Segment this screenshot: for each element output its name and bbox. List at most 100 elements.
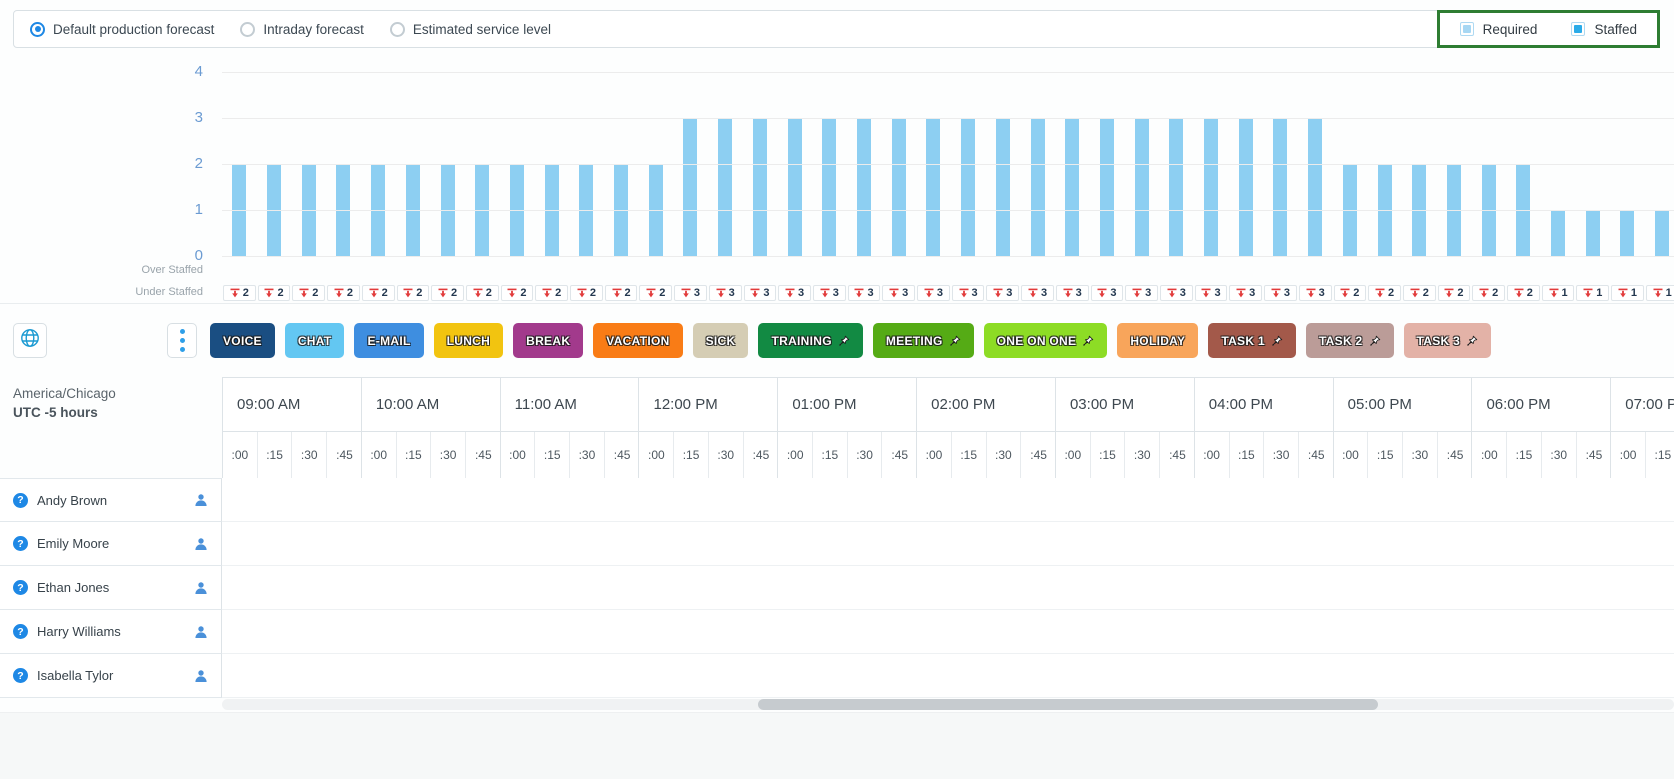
activity-label: TRAINING <box>771 334 831 348</box>
hour-label: 12:00 PM <box>639 378 777 432</box>
forecast-radio-estimated-service-level[interactable]: Estimated service level <box>390 22 551 37</box>
understaffed-cell: 2 <box>430 285 465 302</box>
agent-cell: ?Ethan Jones <box>0 566 222 610</box>
understaffed-icon <box>646 288 656 298</box>
understaffed-marker: 3 <box>1056 285 1089 301</box>
quarter-label: :30 <box>431 432 466 478</box>
activity-button-meeting[interactable]: MEETING <box>873 323 974 358</box>
understaffed-marker: 3 <box>952 285 985 301</box>
activity-button-sick[interactable]: SICK <box>693 323 749 358</box>
understaffed-cell: 3 <box>1298 285 1333 302</box>
understaffed-marker: 2 <box>362 285 395 301</box>
understaffed-count: 3 <box>729 287 735 299</box>
activity-button-task-2[interactable]: TASK 2 <box>1306 323 1394 358</box>
understaffed-marker: 3 <box>1264 285 1297 301</box>
bar-cell <box>985 48 1020 256</box>
activity-button-lunch[interactable]: LUNCH <box>434 323 504 358</box>
understaffed-marker: 2 <box>466 285 499 301</box>
quarter-label: :45 <box>466 432 501 478</box>
agent-schedule-track[interactable] <box>222 522 1674 566</box>
activity-button-task-3[interactable]: TASK 3 <box>1404 323 1492 358</box>
understaffed-icon <box>959 288 969 298</box>
agent-row-andy-brown: ?Andy Brown <box>0 478 1674 522</box>
understaffed-cell: 2 <box>1471 285 1506 302</box>
help-icon[interactable]: ? <box>13 536 28 551</box>
legend-checkbox-staffed[interactable] <box>1571 22 1585 36</box>
understaffed-cell: 2 <box>1437 285 1472 302</box>
bar-cell <box>465 48 500 256</box>
gridline <box>222 256 1674 257</box>
required-bar <box>1065 118 1079 256</box>
understaffed-marker: 2 <box>605 285 638 301</box>
checkbox-fill-icon <box>1574 25 1582 33</box>
understaffed-marker: 3 <box>744 285 777 301</box>
help-icon[interactable]: ? <box>13 624 28 639</box>
forecast-radio-default-production-forecast[interactable]: Default production forecast <box>30 22 214 37</box>
activity-button-holiday[interactable]: HOLIDAY <box>1117 323 1198 358</box>
agent-cell: ? Emily Moore <box>0 522 222 566</box>
required-bar <box>1620 210 1634 256</box>
quarter-label: :00 <box>917 432 952 478</box>
agent-schedule-track[interactable] <box>222 610 1674 654</box>
understaffed-count: 1 <box>1596 287 1602 299</box>
bar-cell <box>361 48 396 256</box>
bar-cell <box>569 48 604 256</box>
understaffed-cell: 2 <box>291 285 326 302</box>
activity-button-training[interactable]: TRAINING <box>758 323 862 358</box>
understaffed-icon <box>299 288 309 298</box>
activity-button-one-on-one[interactable]: ONE ON ONE <box>984 323 1108 358</box>
forecast-radio-intraday-forecast[interactable]: Intraday forecast <box>240 22 364 37</box>
radio-label: Intraday forecast <box>263 22 364 37</box>
help-icon[interactable]: ? <box>13 668 28 683</box>
agent-schedule-track[interactable] <box>222 566 1674 610</box>
agent-row-ethan-jones: ?Ethan Jones <box>0 566 1674 610</box>
understaffed-icon <box>924 288 934 298</box>
quarter-row: :00:15:30:45 <box>362 432 500 478</box>
understaffed-cell: 2 <box>326 285 361 302</box>
understaffed-count: 3 <box>1041 287 1047 299</box>
understaffed-icon <box>854 288 864 298</box>
understaffed-marker: 2 <box>1403 285 1436 301</box>
timezone-globe-button[interactable] <box>13 323 47 358</box>
quarter-label: :45 <box>1299 432 1334 478</box>
hour-column-07-00-pm: 07:00 PM:00:15:30:45 <box>1611 378 1674 478</box>
palette-menu-button[interactable] <box>167 323 197 358</box>
understaffed-count: 2 <box>555 287 561 299</box>
quarter-label: :45 <box>327 432 362 478</box>
hour-label: 07:00 PM <box>1611 378 1674 432</box>
understaffed-icon <box>264 288 274 298</box>
quarter-label: :15 <box>952 432 987 478</box>
help-icon[interactable]: ? <box>13 580 28 595</box>
activity-button-break[interactable]: BREAK <box>513 323 583 358</box>
legend-checkbox-required[interactable] <box>1460 22 1474 36</box>
quarter-label: :00 <box>1195 432 1230 478</box>
understaffed-marker: 3 <box>1229 285 1262 301</box>
quarter-label: :00 <box>639 432 674 478</box>
activity-button-chat[interactable]: CHAT <box>285 323 345 358</box>
understaffed-count: 2 <box>486 287 492 299</box>
bar-cell <box>604 48 639 256</box>
activity-button-e-mail[interactable]: E-MAIL <box>354 323 423 358</box>
horizontal-scrollbar[interactable] <box>222 699 1674 710</box>
quarter-row: :00:15:30:45 <box>1334 432 1472 478</box>
activity-button-vacation[interactable]: VACATION <box>593 323 682 358</box>
agent-name: Emily Moore <box>37 536 185 551</box>
agent-schedule-track[interactable] <box>222 654 1674 698</box>
activity-button-voice[interactable]: VOICE <box>210 323 275 358</box>
understaffed-icon <box>1653 288 1663 298</box>
help-icon[interactable]: ? <box>13 493 28 508</box>
understaffed-marker: 2 <box>639 285 672 301</box>
understaffed-count: 2 <box>1353 287 1359 299</box>
quarter-label: :45 <box>1438 432 1473 478</box>
agent-schedule-track[interactable] <box>222 478 1674 522</box>
person-icon <box>194 537 208 551</box>
understaffed-count: 3 <box>1319 287 1325 299</box>
bar-cell <box>1263 48 1298 256</box>
understaffed-icon <box>369 288 379 298</box>
y-axis-tick: 2 <box>0 155 203 172</box>
scrollbar-thumb[interactable] <box>758 699 1378 710</box>
required-bar <box>961 118 975 256</box>
agent-cell: ?Andy Brown <box>0 478 222 522</box>
activity-button-task-1[interactable]: TASK 1 <box>1208 323 1296 358</box>
understaffed-marker: 2 <box>570 285 603 301</box>
